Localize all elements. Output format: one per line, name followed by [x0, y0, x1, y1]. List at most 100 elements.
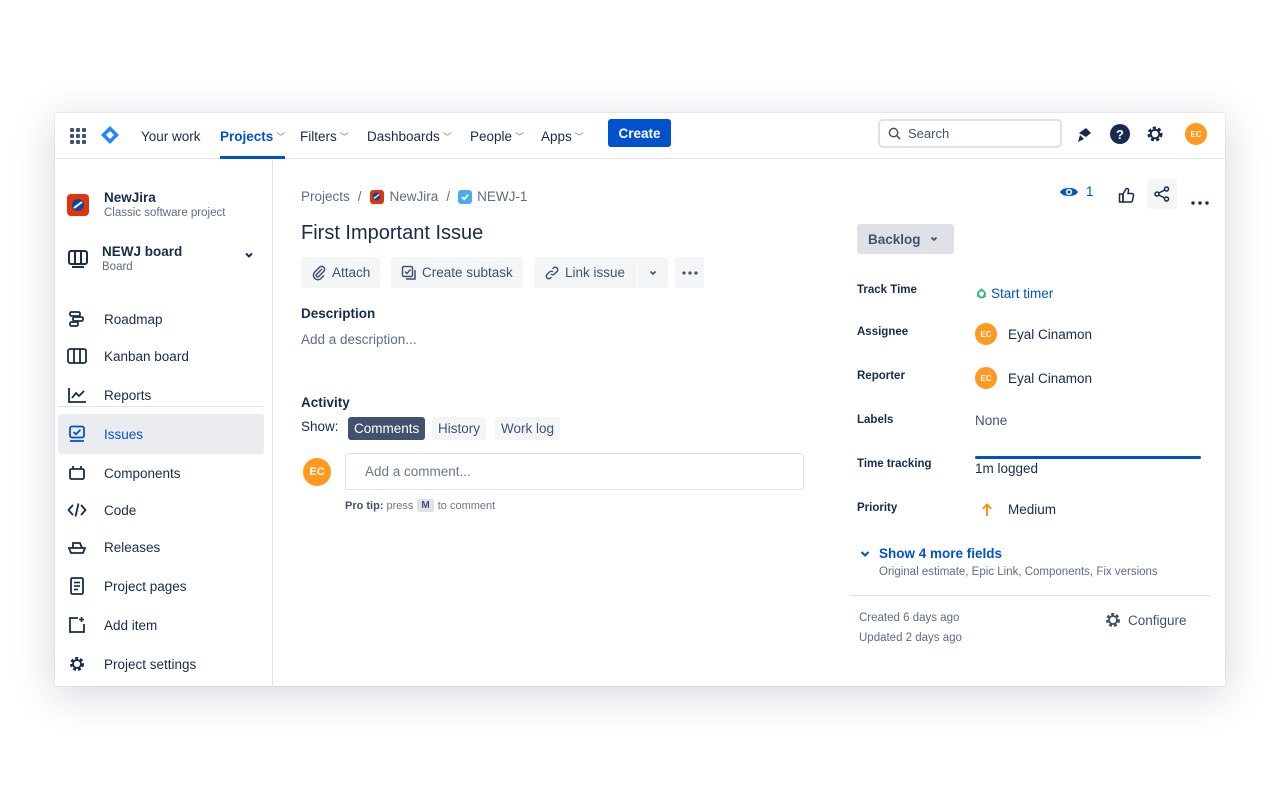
sidebar-item-components[interactable]: Components — [58, 453, 264, 493]
watchers-count: 1 — [1086, 184, 1094, 199]
time-logged: 1m logged — [975, 461, 1039, 476]
tab-work-log[interactable]: Work log — [495, 417, 561, 440]
nav-filters[interactable]: Filters ﹀ — [300, 113, 349, 159]
time-tracking-bar[interactable] — [975, 456, 1201, 459]
share-icon[interactable] — [1147, 179, 1177, 209]
tab-history[interactable]: History — [432, 417, 487, 440]
show-label: Show: — [301, 419, 339, 434]
sidebar-item-label: Project pages — [104, 578, 187, 594]
sidebar-item-label: Releases — [104, 539, 161, 555]
help-icon[interactable]: ? — [1110, 124, 1130, 144]
sidebar-item-project-pages[interactable]: Project pages — [58, 566, 264, 606]
pro-tip: Pro tip: press M to comment — [345, 499, 495, 512]
start-timer-label: Start timer — [991, 286, 1054, 301]
nav-your-work[interactable]: Your work — [141, 113, 201, 159]
sidebar-item-code[interactable]: Code — [58, 490, 264, 530]
sidebar-item-add-item[interactable]: Add item — [58, 605, 264, 645]
sidebar-item-releases[interactable]: Releases — [58, 527, 264, 567]
track-time-label: Track Time — [857, 284, 917, 296]
start-timer-link[interactable]: Start timer — [975, 286, 1053, 301]
sidebar-item-label: Project settings — [104, 656, 197, 672]
watch-button[interactable]: 1 — [1059, 184, 1094, 199]
link-issue-dropdown-button[interactable] — [638, 257, 668, 288]
user-avatar[interactable]: EC — [1185, 123, 1207, 145]
shortcut-key: M — [417, 499, 434, 512]
create-subtask-label: Create subtask — [422, 265, 513, 280]
project-type: Classic software project — [104, 207, 226, 219]
project-header[interactable]: NewJira Classic software project — [65, 188, 265, 224]
priority-value: Medium — [1008, 502, 1057, 517]
tab-comments[interactable]: Comments — [348, 417, 426, 440]
time-tracking-label: Time tracking — [857, 458, 932, 470]
roadmap-icon — [66, 308, 88, 330]
sidebar-item-reports[interactable]: Reports — [58, 375, 264, 415]
search-input[interactable]: Search — [878, 119, 1062, 148]
created-date: Created 6 days ago — [859, 612, 960, 624]
notifications-icon[interactable] — [1074, 125, 1094, 150]
sidebar-item-project-settings[interactable]: Project settings — [58, 644, 264, 684]
show-more-fields-button[interactable]: Show 4 more fields — [859, 546, 1002, 561]
link-issue-button[interactable]: Link issue — [534, 257, 637, 288]
comment-input[interactable]: Add a comment... — [345, 453, 804, 490]
jira-logo-icon[interactable] — [100, 125, 120, 145]
chevron-down-icon: ﹀ — [574, 131, 584, 142]
settings-gear-icon[interactable] — [1145, 124, 1165, 149]
sidebar-item-label: Kanban board — [104, 348, 189, 364]
status-label: Backlog — [868, 231, 921, 247]
nav-dashboards[interactable]: Dashboards ﹀ — [367, 113, 452, 159]
more-icon — [681, 270, 698, 275]
chevron-down-icon — [649, 270, 657, 275]
configure-button[interactable]: Configure — [1104, 611, 1187, 629]
sidebar-item-issues[interactable]: Issues — [58, 414, 264, 454]
activity-heading: Activity — [301, 395, 350, 410]
chevron-down-icon — [930, 236, 937, 242]
like-icon[interactable] — [1118, 187, 1135, 204]
app-switcher-icon[interactable] — [69, 127, 87, 145]
status-dropdown[interactable]: Backlog — [857, 224, 954, 254]
sidebar-item-label: Roadmap — [104, 311, 163, 327]
assignee-avatar: EC — [975, 323, 997, 345]
assignee-field[interactable]: EC Eyal Cinamon — [975, 322, 1092, 346]
description-field[interactable]: Add a description... — [301, 332, 417, 347]
chevron-down-icon: ﹀ — [515, 131, 525, 142]
create-subtask-button[interactable]: Create subtask — [391, 257, 523, 288]
create-button[interactable]: Create — [608, 119, 671, 147]
link-issue-label: Link issue — [565, 265, 626, 280]
sidebar-item-kanban-board[interactable]: Kanban board — [58, 336, 264, 376]
description-heading: Description — [301, 306, 376, 321]
reporter-field[interactable]: EC Eyal Cinamon — [975, 366, 1092, 390]
arrow-up-icon — [982, 502, 992, 516]
sidebar-item-label: Reports — [104, 387, 152, 403]
priority-field[interactable]: Medium — [975, 502, 1056, 517]
kanban-icon — [66, 345, 88, 367]
paperclip-icon — [312, 265, 326, 280]
breadcrumb-projects[interactable]: Projects — [301, 189, 350, 204]
timer-recycle-icon — [976, 288, 987, 299]
pro-tip-press: press — [386, 499, 414, 512]
breadcrumb-project[interactable]: NewJira — [390, 189, 439, 204]
board-switcher[interactable]: NEWJ board Board — [65, 242, 265, 278]
commenter-avatar: EC — [303, 458, 331, 486]
nav-apps[interactable]: Apps ﹀ — [541, 113, 584, 159]
sidebar-item-label: Code — [104, 502, 137, 518]
sidebar-item-label: Add item — [104, 617, 158, 633]
components-icon — [66, 462, 88, 484]
chevron-down-icon — [243, 248, 255, 266]
pages-icon — [66, 575, 88, 597]
gear-icon — [1106, 613, 1120, 627]
sidebar-item-label: Components — [104, 465, 181, 481]
nav-people[interactable]: People ﹀ — [470, 113, 524, 159]
details-divider — [850, 595, 1210, 596]
breadcrumb-issue-key[interactable]: NEWJ-1 — [477, 189, 527, 204]
more-actions-button[interactable] — [675, 257, 704, 288]
project-avatar-icon — [369, 189, 384, 204]
issue-title[interactable]: First Important Issue — [301, 222, 483, 245]
task-type-icon — [458, 189, 473, 204]
more-icon[interactable] — [1191, 192, 1209, 210]
labels-field[interactable]: None — [975, 413, 1007, 428]
sidebar-item-roadmap[interactable]: Roadmap — [58, 299, 264, 339]
attach-button[interactable]: Attach — [301, 257, 381, 288]
nav-projects[interactable]: Projects ﹀ — [220, 113, 286, 159]
board-name: NEWJ board — [102, 244, 183, 259]
eye-icon — [1060, 187, 1078, 196]
